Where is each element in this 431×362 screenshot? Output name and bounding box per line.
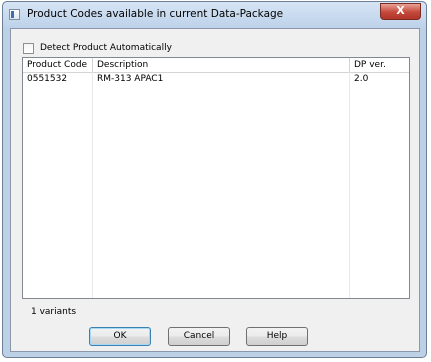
column-header-product-code[interactable]: Product Code <box>23 58 93 72</box>
ok-button[interactable]: OK <box>89 327 151 346</box>
title-bar[interactable]: Product Codes available in current Data-… <box>3 2 426 28</box>
dialog-window: Product Codes available in current Data-… <box>2 1 427 358</box>
product-code-list[interactable]: Product Code Description DP ver. 0551532… <box>22 57 410 299</box>
column-header-description[interactable]: Description <box>93 58 350 72</box>
variant-count-status: 1 variants <box>31 307 77 317</box>
app-icon <box>9 9 20 20</box>
column-divider <box>349 72 350 298</box>
dialog-body: Detect Product Automatically Product Cod… <box>10 28 420 352</box>
help-button[interactable]: Help <box>246 327 308 346</box>
detect-product-checkbox[interactable] <box>23 42 34 54</box>
window-title: Product Codes available in current Data-… <box>27 8 284 20</box>
column-divider <box>92 72 93 298</box>
table-row[interactable]: 0551532 RM-313 APAC1 2.0 <box>23 72 409 86</box>
close-button[interactable]: X <box>380 3 421 20</box>
cell-product-code: 0551532 <box>27 74 68 84</box>
detect-product-label: Detect Product Automatically <box>40 43 172 53</box>
cell-description: RM-313 APAC1 <box>97 74 164 84</box>
column-header-dp-version[interactable]: DP ver. <box>350 58 409 72</box>
cancel-button[interactable]: Cancel <box>168 327 230 346</box>
detect-product-checkbox-row[interactable]: Detect Product Automatically <box>23 41 172 55</box>
cell-dp-version: 2.0 <box>354 74 369 84</box>
list-header: Product Code Description DP ver. <box>23 58 409 73</box>
